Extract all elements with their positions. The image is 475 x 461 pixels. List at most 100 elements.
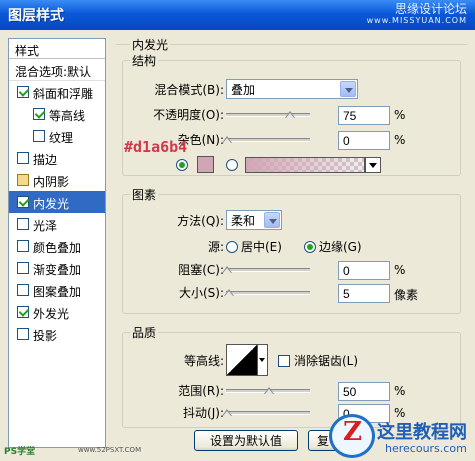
solid-color-radio[interactable] xyxy=(176,158,188,171)
chevron-down-icon[interactable] xyxy=(264,212,280,228)
antialias-checkbox[interactable] xyxy=(278,354,290,367)
style-item-outer-glow[interactable]: 外发光 xyxy=(9,301,105,323)
opacity-slider-thumb[interactable] xyxy=(285,107,295,118)
source-label: 源: xyxy=(207,240,224,254)
noise-slider-thumb[interactable] xyxy=(222,132,232,143)
style-item-blend-options[interactable]: 混合选项:默认 xyxy=(9,59,105,81)
noise-input[interactable] xyxy=(338,131,390,150)
size-input[interactable] xyxy=(338,284,390,303)
set-default-button[interactable]: 设置为默认值 xyxy=(194,430,298,451)
opacity-unit: % xyxy=(394,108,406,122)
opacity-row: 不透明度(O): xyxy=(140,106,224,123)
style-item-satin[interactable]: 光泽 xyxy=(9,213,105,235)
source-center-label[interactable]: 居中(E) xyxy=(241,238,282,255)
style-item-label: 斜面和浮雕 xyxy=(33,87,94,101)
outer-glow-checkbox[interactable] xyxy=(17,306,29,318)
size-slider[interactable] xyxy=(223,289,310,296)
choke-unit: % xyxy=(394,263,406,277)
color-annotation: #d1a6b4 xyxy=(124,138,188,156)
range-slider[interactable] xyxy=(226,387,310,394)
range-row: 范围(R): xyxy=(140,382,224,399)
window-title: 图层样式 xyxy=(8,8,64,24)
style-item-drop-shadow[interactable]: 投影 xyxy=(9,323,105,345)
drop-shadow-checkbox[interactable] xyxy=(17,328,29,340)
bevel-emboss-checkbox[interactable] xyxy=(17,86,29,98)
blend-mode-value: 叠加 xyxy=(231,82,256,97)
source-edge-radio[interactable] xyxy=(303,240,316,253)
site-name: 这里教程网 xyxy=(377,422,467,443)
blend-mode-select[interactable]: 叠加 xyxy=(226,79,358,99)
technique-select[interactable]: 柔和 xyxy=(226,210,282,230)
opacity-input[interactable] xyxy=(338,106,390,125)
title-bar[interactable]: 图层样式 思缘设计论坛 www.MISSYUAN.COM xyxy=(0,0,475,30)
jitter-row: 抖动(J): xyxy=(140,404,224,421)
structure-title: 结构 xyxy=(130,52,159,69)
style-item-label: 光泽 xyxy=(33,219,58,233)
technique-label: 方法(Q): xyxy=(177,213,224,228)
stroke-checkbox[interactable] xyxy=(17,152,29,164)
style-item-label: 内阴影 xyxy=(33,175,70,189)
style-item-inner-glow[interactable]: 内发光 xyxy=(9,191,105,213)
gradient-preview[interactable] xyxy=(245,156,365,173)
forum-watermark: 思缘设计论坛 www.MISSYUAN.COM xyxy=(367,3,467,27)
jitter-slider[interactable] xyxy=(222,409,310,416)
style-item-label: 描边 xyxy=(33,153,58,167)
color-overlay-checkbox[interactable] xyxy=(17,240,29,252)
satin-checkbox[interactable] xyxy=(17,218,29,230)
style-item-label: 等高线 xyxy=(49,109,86,123)
texture-checkbox[interactable] xyxy=(33,130,45,142)
site-url: herecours.com xyxy=(385,442,467,455)
size-row: 大小(S): xyxy=(140,284,224,301)
range-input[interactable] xyxy=(338,382,390,401)
noise-slider[interactable] xyxy=(222,136,310,143)
gradient-overlay-checkbox[interactable] xyxy=(17,262,29,274)
style-item-gradient-overlay[interactable]: 渐变叠加 xyxy=(9,257,105,279)
style-item-label: 内发光 xyxy=(33,197,70,211)
style-item-pattern-overlay[interactable]: 图案叠加 xyxy=(9,279,105,301)
style-item-inner-shadow[interactable]: 内阴影 xyxy=(9,169,105,191)
style-item-label: 图案叠加 xyxy=(33,285,82,299)
style-item-contour[interactable]: 等高线 xyxy=(9,103,105,125)
opacity-slider[interactable] xyxy=(226,111,310,118)
size-label: 大小(S): xyxy=(178,286,224,300)
jitter-slider-thumb[interactable] xyxy=(222,405,232,416)
choke-row: 阻塞(C): xyxy=(140,261,224,278)
contour-preview[interactable] xyxy=(226,344,258,376)
choke-slider[interactable] xyxy=(222,266,310,273)
source-edge-label[interactable]: 边缘(G) xyxy=(319,238,362,255)
site-logo-letter: Z xyxy=(343,417,362,447)
size-unit: 像素 xyxy=(394,288,419,302)
pattern-overlay-checkbox[interactable] xyxy=(17,284,29,296)
quality-title: 品质 xyxy=(130,324,159,341)
antialias-label[interactable]: 消除锯齿(L) xyxy=(294,352,358,369)
choke-input[interactable] xyxy=(338,261,390,280)
technique-value: 柔和 xyxy=(231,213,256,228)
inner-glow-checkbox[interactable] xyxy=(17,196,29,208)
gradient-radio[interactable] xyxy=(226,158,238,171)
size-slider-thumb[interactable] xyxy=(223,285,234,296)
ps-school-url: www.52PSXT.COM xyxy=(78,446,142,454)
range-slider-thumb[interactable] xyxy=(264,383,274,394)
contour-row: 等高线: 消除锯齿(L) xyxy=(140,344,358,376)
style-item-label: 纹理 xyxy=(49,131,74,145)
chevron-down-icon[interactable] xyxy=(340,81,356,97)
contour-checkbox[interactable] xyxy=(33,108,45,120)
style-item-label: 渐变叠加 xyxy=(33,263,82,277)
style-item-stroke[interactable]: 描边 xyxy=(9,147,105,169)
elements-title: 图素 xyxy=(130,186,159,203)
range-unit: % xyxy=(394,384,406,398)
ps-school-watermark: PS学堂 xyxy=(4,447,36,457)
inner-shadow-checkbox[interactable] xyxy=(17,174,29,186)
style-item-texture[interactable]: 纹理 xyxy=(9,125,105,147)
choke-slider-thumb[interactable] xyxy=(222,262,232,273)
style-item-bevel-emboss[interactable]: 斜面和浮雕 xyxy=(9,81,105,103)
source-center-radio[interactable] xyxy=(226,240,238,253)
style-item-color-overlay[interactable]: 颜色叠加 xyxy=(9,235,105,257)
style-list-header[interactable]: 样式 xyxy=(9,39,105,59)
forum-watermark-url: www.MISSYUAN.COM xyxy=(366,16,467,25)
site-watermark: Z 这里教程网 herecours.com xyxy=(325,412,475,461)
technique-row: 方法(Q): 柔和 xyxy=(140,210,282,230)
gradient-picker-arrow-icon[interactable] xyxy=(365,156,381,173)
contour-picker-arrow-icon[interactable] xyxy=(258,344,268,376)
glow-color-swatch[interactable] xyxy=(197,156,214,173)
